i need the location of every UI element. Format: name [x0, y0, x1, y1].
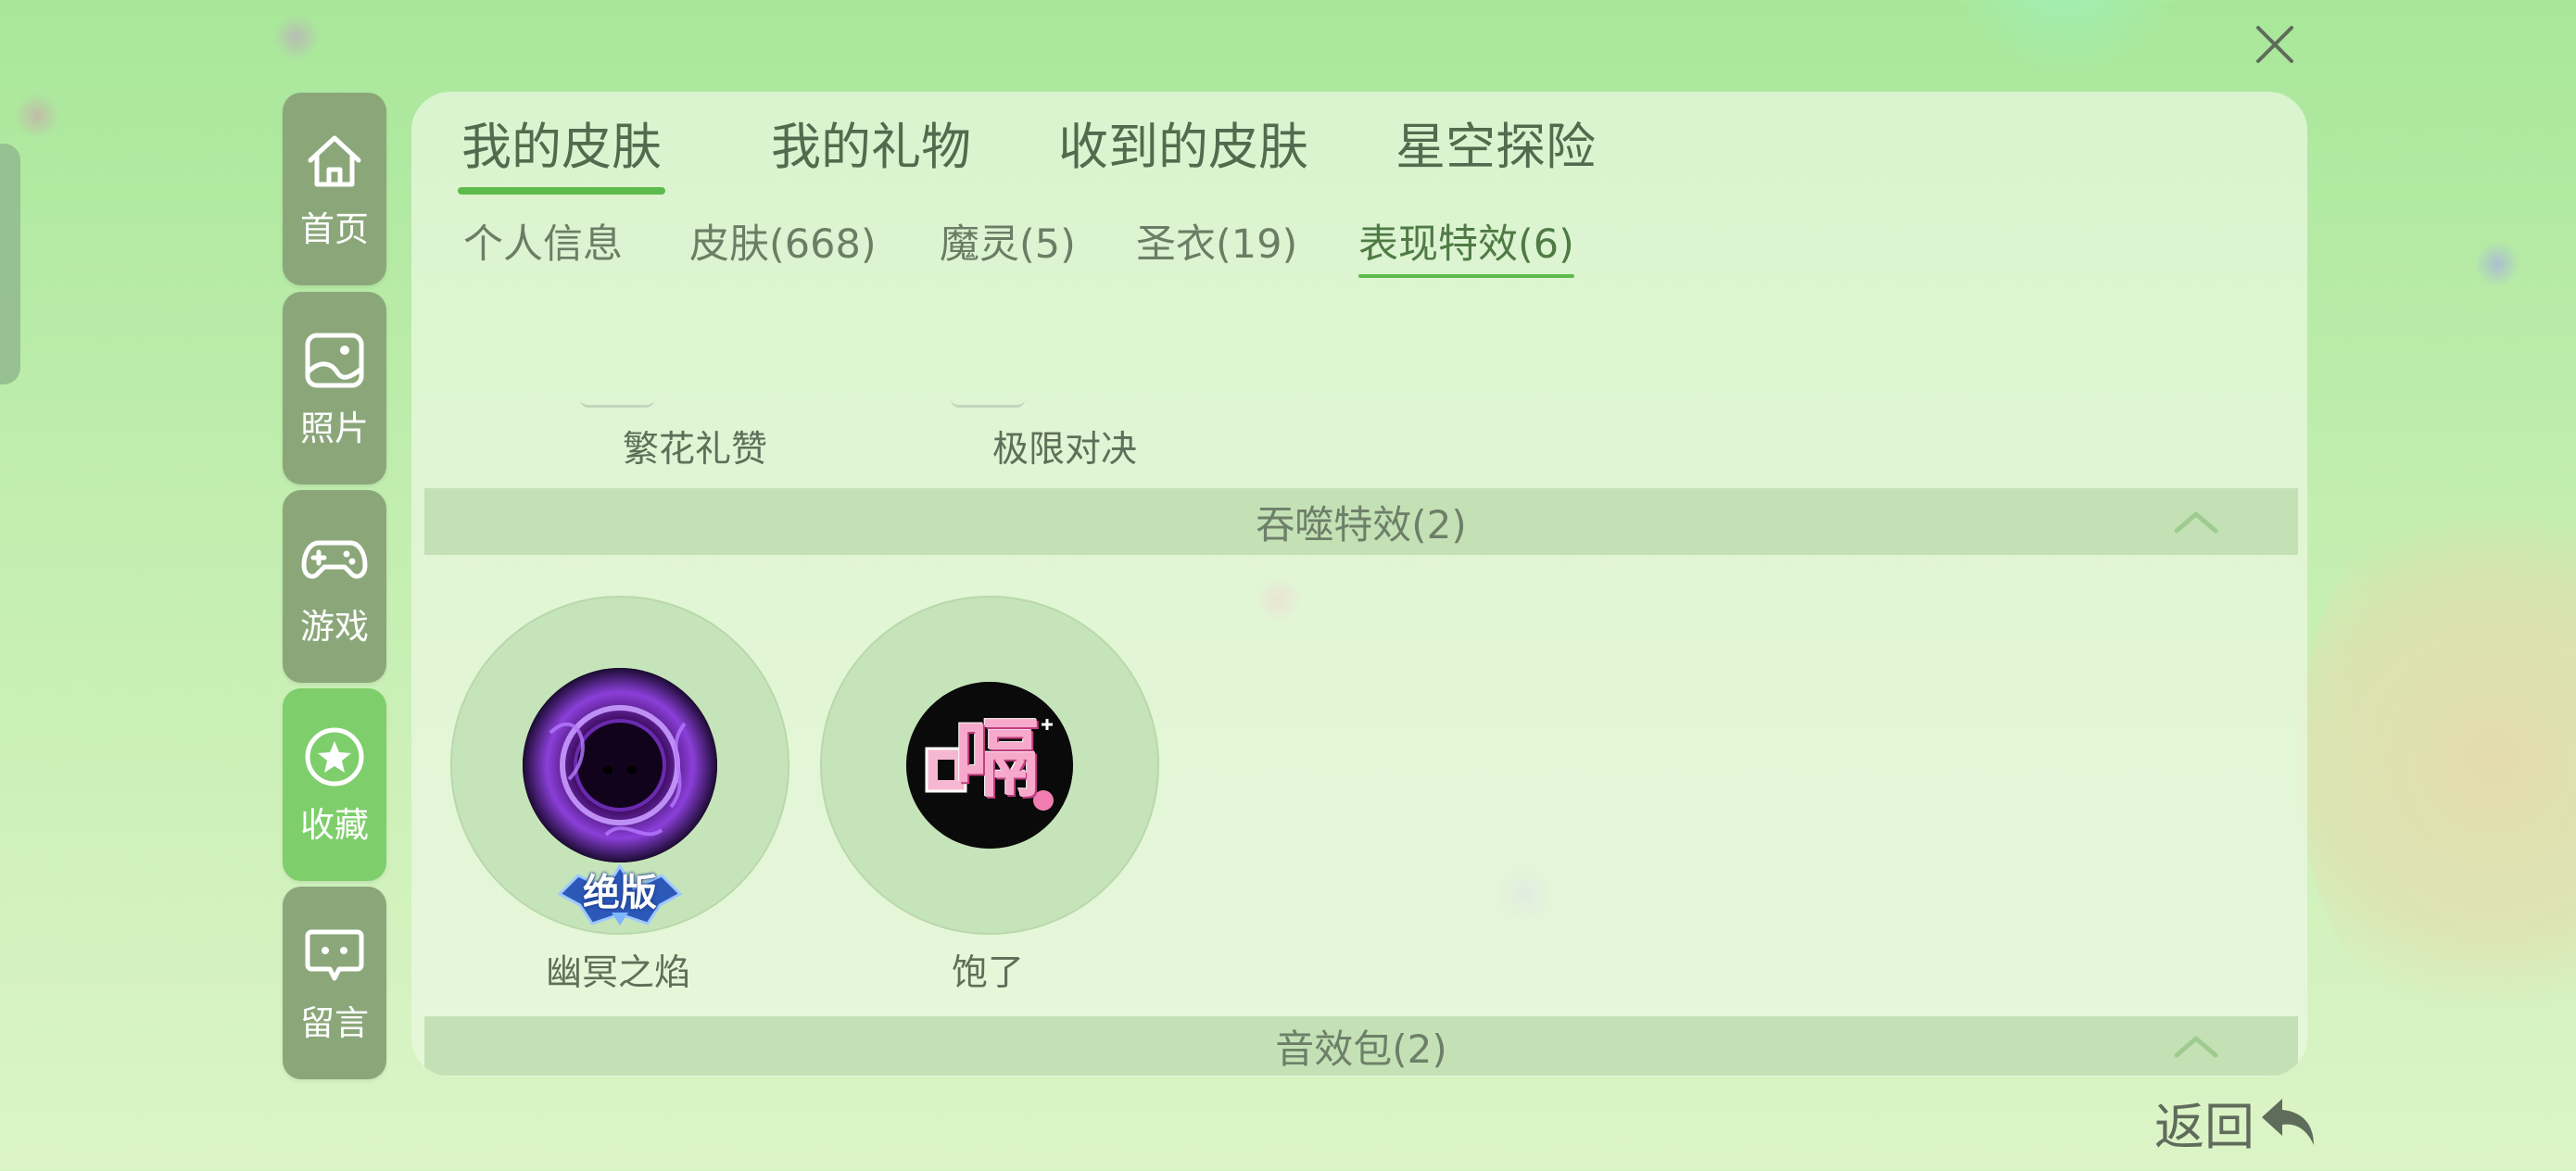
sidebar-item-messages[interactable]: 留言: [283, 887, 386, 1079]
subtab-armor[interactable]: 圣衣(19): [1136, 217, 1297, 278]
full-art-glyph: 嗝: [954, 710, 1041, 809]
background-bokeh: [273, 14, 320, 60]
sidebar-item-label: 留言: [300, 1003, 369, 1043]
subtab-effects[interactable]: 表现特效(6): [1358, 217, 1574, 278]
background-bokeh: [2298, 463, 2576, 1056]
tab-star-adventure[interactable]: 星空探险: [1395, 110, 1596, 194]
return-button[interactable]: 返回: [2154, 1089, 2319, 1156]
sidebar-item-photos[interactable]: 照片: [283, 292, 386, 485]
section-header-sound-pack[interactable]: 音效包(2): [424, 1016, 2298, 1076]
subtab-spirits[interactable]: 魔灵(5): [940, 217, 1076, 278]
item-label[interactable]: 繁花礼赞: [528, 421, 862, 472]
photo-icon: [300, 326, 369, 395]
full-thumbnail: 嗝: [906, 682, 1073, 849]
effects-list[interactable]: 繁花礼赞 极限对决 吞噬特效(2) 绝版 幽冥之焰 嗝 饱了 音效包(2): [411, 291, 2307, 1077]
subtab-profile[interactable]: 个人信息: [463, 217, 623, 278]
message-icon: [300, 921, 369, 989]
out-of-print-badge: 绝版: [550, 857, 689, 931]
tab-my-skins[interactable]: 我的皮肤: [458, 110, 665, 195]
sidebar-item-label: 收藏: [300, 805, 369, 845]
chevron-up-icon[interactable]: [2173, 1029, 2219, 1063]
item-label[interactable]: 极限对决: [898, 421, 1231, 472]
sidebar-item-label: 游戏: [300, 607, 369, 647]
sidebar-item-favorites[interactable]: 收藏: [283, 688, 386, 881]
close-icon: [2256, 26, 2293, 63]
section-header-devour-effects[interactable]: 吞噬特效(2): [424, 488, 2298, 555]
effect-item-full[interactable]: 嗝: [820, 596, 1159, 935]
background-bokeh: [2474, 241, 2520, 287]
item-label[interactable]: 幽冥之焰: [450, 944, 786, 996]
item-label[interactable]: 饱了: [820, 944, 1155, 996]
background-bokeh: [1946, 0, 2187, 74]
sub-tabs: 个人信息 皮肤(668) 魔灵(5) 圣衣(19) 表现特效(6): [411, 217, 2307, 282]
main-tabs: 我的皮肤 我的礼物 收到的皮肤 星空探险: [411, 110, 2307, 203]
nether-flame-thumbnail: [523, 668, 717, 863]
sidebar-item-home[interactable]: 首页: [283, 93, 386, 285]
section-title: 音效包(2): [1275, 1026, 1447, 1072]
close-button[interactable]: [2247, 17, 2303, 72]
section-title: 吞噬特效(2): [1256, 501, 1467, 548]
item-circle-edge: [580, 399, 654, 408]
gamepad-icon: [300, 524, 369, 593]
chevron-up-icon[interactable]: [2173, 505, 2219, 538]
sidebar-item-label: 照片: [300, 409, 369, 448]
return-arrow-icon: [2262, 1099, 2314, 1145]
sidebar-item-games[interactable]: 游戏: [283, 490, 386, 683]
tab-received-skins[interactable]: 收到的皮肤: [1058, 110, 1308, 194]
background-bokeh: [14, 93, 60, 139]
item-circle-edge: [951, 399, 1025, 408]
subtab-skins[interactable]: 皮肤(668): [689, 217, 877, 278]
tab-my-gifts[interactable]: 我的礼物: [771, 110, 971, 194]
home-icon: [300, 127, 369, 195]
main-panel: 我的皮肤 我的礼物 收到的皮肤 星空探险 个人信息 皮肤(668) 魔灵(5) …: [411, 92, 2307, 1077]
left-edge-handle[interactable]: [0, 144, 20, 384]
out-of-print-badge-label: 绝版: [583, 872, 657, 914]
sidebar-item-label: 首页: [300, 209, 369, 249]
effect-item-nether-flame[interactable]: 绝版: [450, 596, 789, 935]
return-label: 返回: [2154, 1097, 2254, 1156]
star-icon: [300, 723, 369, 791]
